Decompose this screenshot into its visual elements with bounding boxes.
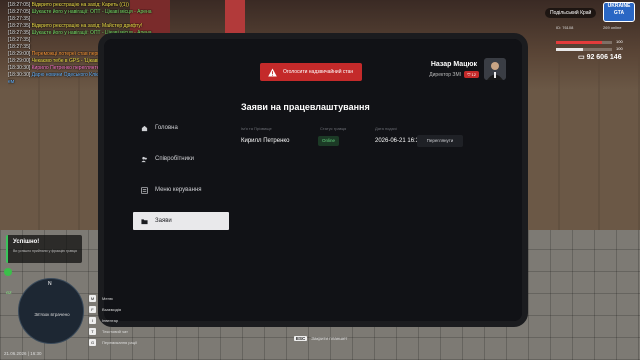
region-label: Подільський Край — [545, 8, 597, 18]
armor-value: 100 — [616, 46, 623, 51]
money-display: ▭ 92 606 146 — [578, 53, 622, 61]
armor-bar — [556, 48, 612, 51]
health-bar-fill — [556, 41, 602, 44]
chat-line: [18:27:35] Вiдкрито реєстрацiю на захiд:… — [8, 23, 298, 30]
key-cap: I — [89, 317, 96, 324]
chat-message: Вiдкрито реєстрацiю на захiд: Кареть ((1… — [31, 2, 129, 8]
player-id: ID: 76108 — [556, 25, 574, 30]
date-time: 21.06.2026 | 16:30 — [4, 351, 42, 356]
hunger-icon — [4, 268, 12, 276]
server-logo: UKRAINE GTA — [603, 2, 635, 22]
key-cap: M — [89, 295, 96, 302]
sidebar-item-applications[interactable]: Заяви — [133, 212, 229, 230]
users-icon — [141, 156, 148, 163]
chat-timestamp: [18:27:35] — [8, 23, 31, 29]
sidebar-item-label: Співробітники — [155, 156, 194, 162]
esc-key: ESC — [294, 336, 308, 341]
sidebar-item-label: Заяви — [155, 218, 172, 224]
user-rank-value: 12 — [471, 72, 476, 77]
chat-timestamp: [18:27:35] — [8, 30, 31, 36]
close-tablet-label: Закрити планшет — [311, 336, 348, 341]
chat-message: Шукаєте його у навiгацiї: ОПТ - Цiкавi м… — [31, 9, 152, 15]
sidebar-item-label: Меню керування — [155, 187, 202, 193]
health-value: 100 — [616, 39, 623, 44]
keybind-label: Взаємодія — [102, 307, 122, 312]
folder-icon — [141, 218, 148, 225]
chat-timestamp: [18:27:05] — [8, 2, 31, 8]
emergency-alert-label: Оголосити надзвичайний стан — [283, 69, 354, 75]
chat-timestamp: [18:30:30] — [8, 72, 31, 78]
column-header-name: Ім'я та Прізвище — [241, 126, 272, 131]
user-role: Директор ЗМІ — [429, 72, 461, 78]
chat-timestamp: [18:29:00] — [8, 51, 31, 57]
keybind-label: Меню — [102, 296, 113, 301]
minimap-status-text: Зв'язок втрачено — [34, 312, 70, 317]
status-badge: Online — [318, 136, 340, 146]
compass-north-icon: N — [48, 281, 52, 287]
view-application-button[interactable]: Переглянути — [417, 135, 463, 147]
chat-timestamp: [18:29:00] — [8, 58, 31, 64]
close-tablet-hint[interactable]: ESC Закрити планшет — [294, 336, 347, 341]
keybind-label: Текстовий чат — [102, 329, 129, 334]
shield-icon: ⛉ — [467, 72, 471, 77]
chat-timestamp: [18:27:05] — [8, 9, 31, 15]
greenzone-label: GZ — [6, 290, 12, 295]
tablet-screen: Оголосити надзвичайний стан Назар Мацюк … — [104, 39, 522, 321]
sidebar-item-management[interactable]: Меню керування — [133, 181, 229, 199]
settings-icon — [141, 186, 148, 194]
online-count: 269 online — [603, 25, 622, 30]
keybind-row: I Інвентар — [89, 315, 137, 326]
money-icon: ▭ — [578, 54, 587, 61]
status-icons — [4, 268, 16, 281]
keybind-list: M Меню F Взаємодія I Інвентар T Текстовий чат G П… — [89, 293, 137, 348]
server-logo-text: UKRAINE GTA — [607, 3, 631, 16]
applicant-name: Кирилл Петренко — [241, 138, 290, 144]
key-cap: G — [89, 339, 96, 346]
keybind-row: F Взаємодія — [89, 304, 137, 315]
user-avatar-icon — [484, 58, 506, 80]
sidebar-item-label: Головна — [155, 125, 178, 131]
chat-line: [18:27:05] Вiдкрито реєстрацiю на захiд:… — [8, 2, 298, 9]
region-text: Подільський Край — [550, 10, 592, 16]
keybind-row: G Перемикання рації — [89, 337, 137, 348]
column-header-status: Статус гравця — [320, 126, 347, 131]
success-notification: Успішно! Ви успішно прийняли у фракцію г… — [6, 235, 82, 263]
chat-line: [18:27:05] Шукаєте його у навiгацiї: ОПТ… — [8, 9, 298, 16]
chat-line: [18:27:35] — [8, 16, 298, 23]
page-title: Заяви на працевлаштування — [241, 102, 370, 112]
sidebar-item-home[interactable]: Головна — [133, 119, 229, 137]
sidebar-item-employees[interactable]: Співробітники — [133, 150, 229, 168]
keybind-label: Інвентар — [102, 318, 119, 323]
chat-timestamp: [18:30:30] — [8, 65, 31, 71]
sidebar-nav: Головна Співробітники Меню керування Заяви — [133, 119, 229, 243]
home-icon — [141, 125, 148, 132]
keybind-row: T Текстовий чат — [89, 326, 137, 337]
notification-text: Ви успішно прийняли у фракцію гравця — [13, 249, 77, 253]
chat-timestamp: [18:27:35] — [8, 44, 31, 50]
chat-timestamp: [18:27:35] — [8, 16, 31, 22]
health-bar — [556, 41, 612, 44]
avatar[interactable] — [484, 58, 506, 80]
keybind-label: Перемикання рації — [102, 340, 138, 345]
chat-message: Вiдкрито реєстрацiю на захiд: Майстер др… — [31, 23, 143, 29]
armor-bar-fill — [556, 48, 583, 51]
chat-timestamp: [18:27:35] — [8, 37, 31, 43]
notification-title: Успішно! — [13, 239, 40, 245]
minimap — [18, 278, 84, 344]
user-name: Назар Мацюк — [430, 61, 477, 68]
key-cap: T — [89, 328, 96, 335]
keybind-row: M Меню — [89, 293, 137, 304]
column-header-date: Дата подачі — [375, 126, 397, 131]
money-value: 92 606 146 — [586, 54, 622, 61]
emergency-alert-button[interactable]: Оголосити надзвичайний стан — [260, 63, 362, 81]
chat-message: ем — [8, 79, 15, 85]
warning-icon — [268, 67, 277, 77]
user-rank-badge: ⛉ 12 — [464, 71, 479, 78]
tablet-frame: Оголосити надзвичайний стан Назар Мацюк … — [98, 33, 528, 327]
key-cap: F — [89, 306, 96, 313]
